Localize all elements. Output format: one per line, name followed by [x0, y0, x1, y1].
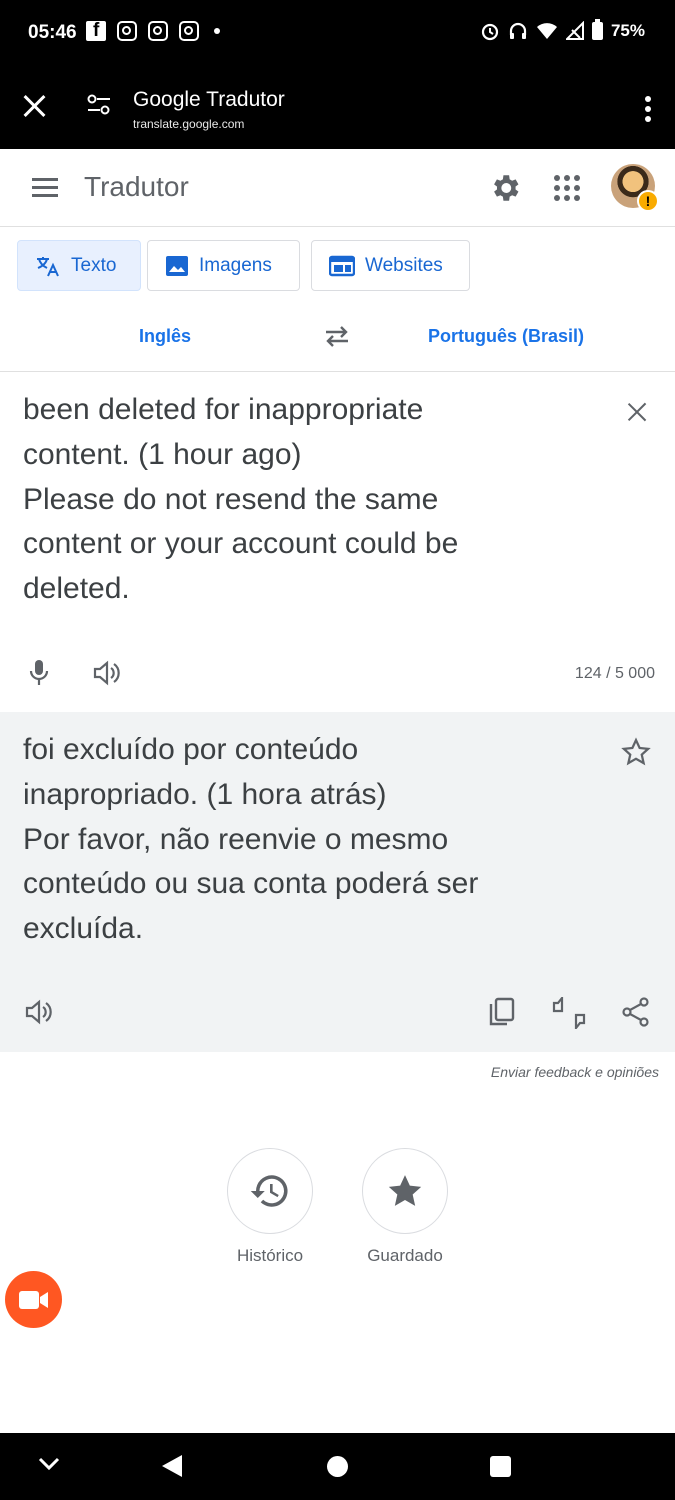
- swap-languages-icon[interactable]: [323, 324, 351, 348]
- status-bar: 05:46 75%: [0, 0, 675, 66]
- video-call-button[interactable]: [5, 1271, 62, 1328]
- status-time: 05:46: [28, 22, 77, 43]
- target-language-button[interactable]: Português (Brasil): [428, 326, 584, 347]
- avatar[interactable]: !: [611, 164, 659, 212]
- tab-text-label: Texto: [71, 254, 117, 276]
- saved-label: Guardado: [367, 1246, 443, 1265]
- star-outline-icon[interactable]: [621, 737, 651, 767]
- gear-icon[interactable]: [488, 171, 522, 205]
- history-icon: [250, 1175, 288, 1207]
- microphone-icon[interactable]: [26, 658, 52, 688]
- headphones-icon: [509, 22, 527, 39]
- feedback-link[interactable]: Enviar feedback e opiniões: [491, 1064, 659, 1080]
- recent-apps-icon[interactable]: [490, 1456, 511, 1477]
- system-icons: 75%: [480, 19, 645, 41]
- copy-icon[interactable]: [488, 997, 516, 1027]
- facebook-icon: [86, 20, 106, 42]
- tab-images[interactable]: Imagens: [147, 240, 300, 291]
- tab-url: translate.google.com: [133, 117, 245, 131]
- rate-translation-icon[interactable]: [551, 997, 587, 1029]
- tab-text[interactable]: Texto: [17, 240, 141, 291]
- language-bar: Inglês Português (Brasil): [0, 300, 675, 372]
- system-navigation-bar: [0, 1433, 675, 1500]
- saved-button[interactable]: [362, 1148, 448, 1234]
- source-text-area[interactable]: been deleted for inappropriate content. …: [0, 372, 675, 712]
- character-counter: 124 / 5 000: [574, 665, 655, 682]
- star-icon: [388, 1175, 422, 1206]
- translation-area: foi excluído por conteúdo inapropriado. …: [0, 712, 675, 1052]
- close-tab-icon[interactable]: [20, 92, 48, 120]
- instagram-icon: [148, 21, 168, 41]
- instagram-icon: [179, 21, 199, 41]
- translated-text[interactable]: foi excluído por conteúdo inapropriado. …: [23, 728, 613, 952]
- app-header: Tradutor !: [0, 149, 675, 227]
- page-title: Tradutor: [84, 171, 189, 202]
- overflow-menu-icon[interactable]: [645, 96, 651, 126]
- website-icon: [329, 255, 355, 277]
- battery-percent: 75%: [610, 21, 645, 40]
- site-settings-icon[interactable]: [86, 94, 112, 116]
- speaker-icon[interactable]: [92, 658, 122, 688]
- source-language-button[interactable]: Inglês: [139, 326, 191, 347]
- history-button[interactable]: [227, 1148, 313, 1234]
- tab-websites-label: Websites: [365, 254, 443, 276]
- source-text[interactable]: been deleted for inappropriate content. …: [23, 388, 613, 612]
- custom-tab-toolbar: Google Tradutor translate.google.com: [0, 66, 675, 149]
- home-icon[interactable]: [327, 1456, 348, 1477]
- notification-icons: [86, 20, 220, 42]
- tab-images-label: Imagens: [199, 254, 272, 276]
- alarm-icon: [481, 23, 499, 41]
- wifi-icon: [536, 23, 557, 39]
- back-icon[interactable]: [162, 1455, 182, 1477]
- warning-badge-icon: !: [637, 190, 659, 212]
- translate-icon: [35, 254, 61, 278]
- image-icon: [165, 255, 189, 277]
- video-camera-icon: [18, 1290, 48, 1309]
- instagram-icon: [117, 21, 137, 41]
- more-notifications-dot: [214, 28, 220, 34]
- chevron-down-icon[interactable]: [38, 1457, 60, 1471]
- battery-icon: [591, 19, 603, 40]
- tab-websites[interactable]: Websites: [311, 240, 470, 291]
- menu-icon[interactable]: [32, 178, 58, 202]
- apps-grid-icon[interactable]: [554, 175, 580, 201]
- clear-text-icon[interactable]: [627, 402, 647, 422]
- speaker-icon[interactable]: [24, 997, 54, 1027]
- history-label: Histórico: [236, 1246, 304, 1265]
- signal-icon: [565, 21, 584, 40]
- share-icon[interactable]: [622, 997, 650, 1027]
- tab-title: Google Tradutor: [133, 88, 285, 111]
